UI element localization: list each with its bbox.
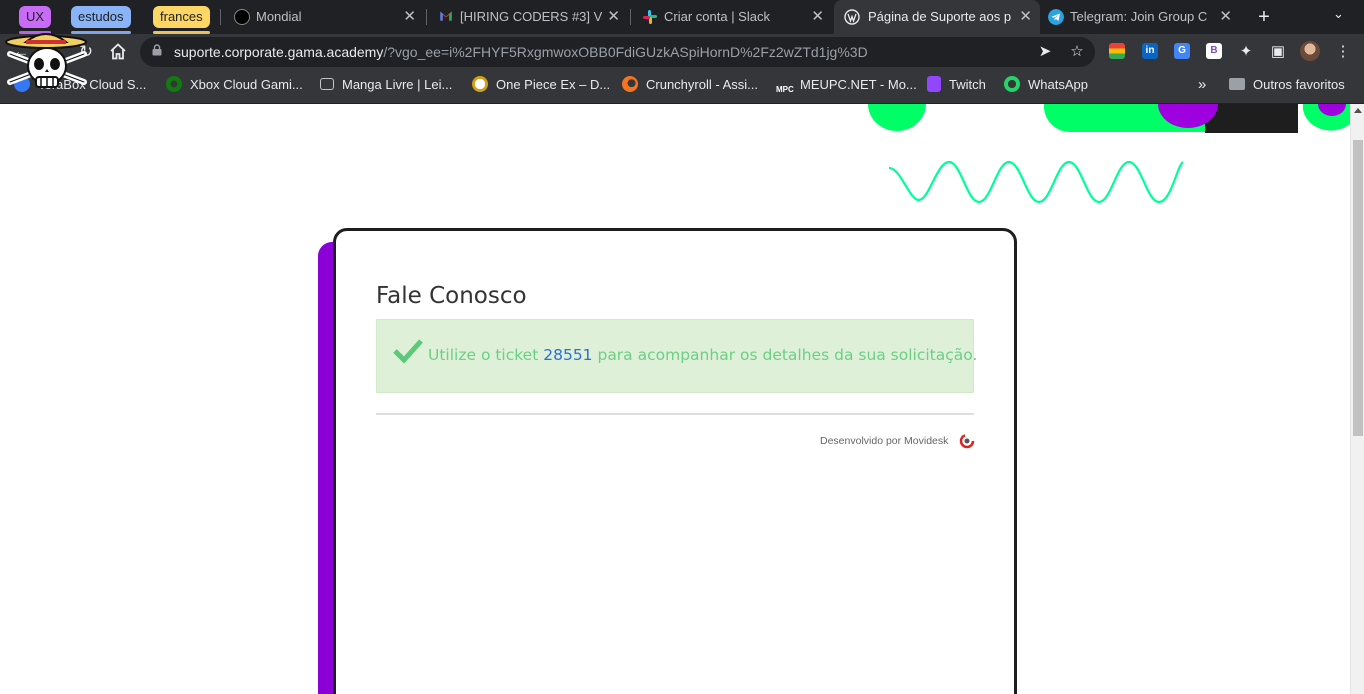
scrollbar-thumb[interactable]: [1353, 140, 1363, 436]
xbox-icon: [166, 76, 182, 92]
translate-extension-icon[interactable]: G: [1174, 43, 1190, 59]
alert-suffix: para acompanhar os detalhes da sua solic…: [592, 346, 978, 364]
close-icon[interactable]: ✕: [1219, 0, 1232, 34]
web-page: Fale Conosco Utilize o ticket 28551 para…: [0, 104, 1364, 694]
bookmark-crunchyroll[interactable]: Crunchyroll - Assi...: [622, 70, 758, 100]
skull-theme-icon: [5, 33, 87, 88]
tab-mondial[interactable]: Mondial ✕: [228, 0, 424, 34]
tab-telegram[interactable]: Telegram: Join Group C ✕: [1042, 0, 1240, 34]
twitch-icon: [927, 76, 941, 92]
extensions-puzzle-icon[interactable]: ✦: [1237, 43, 1255, 61]
bookmark-label: Manga Livre | Lei...: [342, 77, 453, 92]
more-bookmarks-chevron-icon[interactable]: »: [1198, 70, 1206, 100]
wordpress-icon: [844, 9, 860, 25]
menu-kebab-icon[interactable]: ⋮: [1334, 43, 1352, 61]
meupc-icon: MPC: [776, 85, 794, 94]
tab-slack[interactable]: Criar conta | Slack ✕: [636, 0, 832, 34]
slack-icon: [643, 10, 657, 24]
tab-title: [HIRING CODERS #3] Va: [460, 9, 602, 24]
crunchyroll-icon: [622, 76, 638, 92]
alert-message: Utilize o ticket 28551 para acompanhar o…: [428, 346, 977, 364]
google-workspace-extension-icon[interactable]: [1109, 43, 1125, 59]
home-button[interactable]: [106, 40, 130, 64]
checkmark-icon: [393, 339, 423, 364]
tab-gmail[interactable]: [HIRING CODERS #3] Va ✕: [432, 0, 628, 34]
bookmark-label: Twitch: [949, 77, 986, 92]
bookmark-label: MEUPC.NET - Mo...: [800, 77, 917, 92]
send-icon[interactable]: ➤: [1036, 43, 1054, 61]
tab-group-estudos[interactable]: estudos: [71, 6, 131, 34]
close-icon[interactable]: ✕: [1019, 0, 1032, 34]
tab-separator: [630, 9, 631, 25]
tab-group-ux[interactable]: UX: [19, 6, 52, 34]
bookmark-label: One Piece Ex – D...: [496, 77, 611, 92]
tab-title: Página de Suporte aos p: [868, 9, 1012, 24]
tab-separator: [220, 9, 221, 25]
browser-chrome: UX estudos frances Mondial ✕ [HIRING COD…: [0, 0, 1364, 104]
bookmark-label: Crunchyroll - Assi...: [646, 77, 758, 92]
whatsapp-icon: [1004, 76, 1020, 92]
bootstrap-extension-icon[interactable]: B: [1206, 43, 1222, 59]
gmail-icon: [440, 11, 452, 21]
folder-icon: [1229, 78, 1245, 90]
tab-strip: UX estudos frances Mondial ✕ [HIRING COD…: [0, 0, 1364, 34]
url-host: suporte.corporate.gama.academy: [174, 44, 384, 60]
toolbar: ← → ↻ suporte.corporate.gama.academy/?vg…: [0, 34, 1364, 70]
manga-icon: [320, 78, 334, 90]
close-icon[interactable]: ✕: [811, 0, 824, 34]
tab-search-chevron-icon[interactable]: ⌄: [1333, 6, 1344, 22]
scroll-up-arrow-icon[interactable]: [1354, 108, 1362, 113]
avatar[interactable]: [1300, 41, 1320, 61]
new-tab-button[interactable]: +: [1254, 5, 1274, 29]
tab-suporte-active[interactable]: Página de Suporte aos p ✕: [834, 0, 1040, 34]
bookmark-label: WhatsApp: [1028, 77, 1088, 92]
bookmark-twitch[interactable]: Twitch: [927, 70, 986, 100]
linkedin-extension-icon[interactable]: in: [1142, 43, 1158, 59]
page-scrollbar[interactable]: [1350, 104, 1364, 694]
close-icon[interactable]: ✕: [403, 0, 416, 34]
bookmark-folder-outros[interactable]: Outros favoritos: [1229, 70, 1345, 100]
tab-title: Telegram: Join Group C: [1070, 9, 1208, 24]
mondial-icon: [234, 9, 250, 25]
powered-by-text[interactable]: Desenvolvido por Movidesk: [820, 435, 948, 447]
bookmark-xbox[interactable]: Xbox Cloud Gami...: [166, 70, 303, 100]
divider: [376, 413, 974, 415]
close-icon[interactable]: ✕: [607, 0, 620, 34]
bookmark-whatsapp[interactable]: WhatsApp: [1004, 70, 1088, 100]
side-panel-icon[interactable]: ▣: [1269, 43, 1287, 61]
bookmark-meupc[interactable]: MPC MEUPC.NET - Mo...: [776, 70, 917, 100]
alert-prefix: Utilize o ticket: [428, 346, 544, 364]
lock-icon: [152, 44, 162, 56]
bookmarks-bar: TeraBox Cloud S... Xbox Cloud Gami... Ma…: [0, 70, 1364, 104]
success-alert: Utilize o ticket 28551 para acompanhar o…: [376, 319, 977, 393]
address-bar[interactable]: suporte.corporate.gama.academy/?vgo_ee=i…: [140, 37, 1095, 67]
page-title: Fale Conosco: [376, 283, 527, 309]
tab-title: Mondial: [256, 9, 302, 24]
star-icon[interactable]: ☆: [1068, 43, 1086, 61]
ticket-number-link[interactable]: 28551: [543, 346, 592, 364]
onepiece-icon: [472, 76, 488, 92]
telegram-icon: [1048, 9, 1064, 25]
movidesk-logo-icon[interactable]: [959, 433, 975, 449]
bookmark-manga-livre[interactable]: Manga Livre | Lei...: [320, 70, 452, 100]
support-card: Fale Conosco Utilize o ticket 28551 para…: [333, 228, 1017, 694]
decorative-shapes-top: [868, 104, 1350, 204]
bookmark-label: Xbox Cloud Gami...: [190, 77, 303, 92]
tab-group-frances[interactable]: frances: [153, 6, 210, 34]
tab-separator: [426, 9, 427, 25]
url-text: suporte.corporate.gama.academy/?vgo_ee=i…: [174, 37, 868, 67]
bookmark-one-piece[interactable]: One Piece Ex – D...: [472, 70, 610, 100]
bookmark-label: Outros favoritos: [1253, 77, 1345, 92]
url-path: /?vgo_ee=i%2FHYF5RxgmwoxOBB0FdiGUzkASpiH…: [383, 44, 868, 60]
tab-title: Criar conta | Slack: [664, 9, 770, 24]
